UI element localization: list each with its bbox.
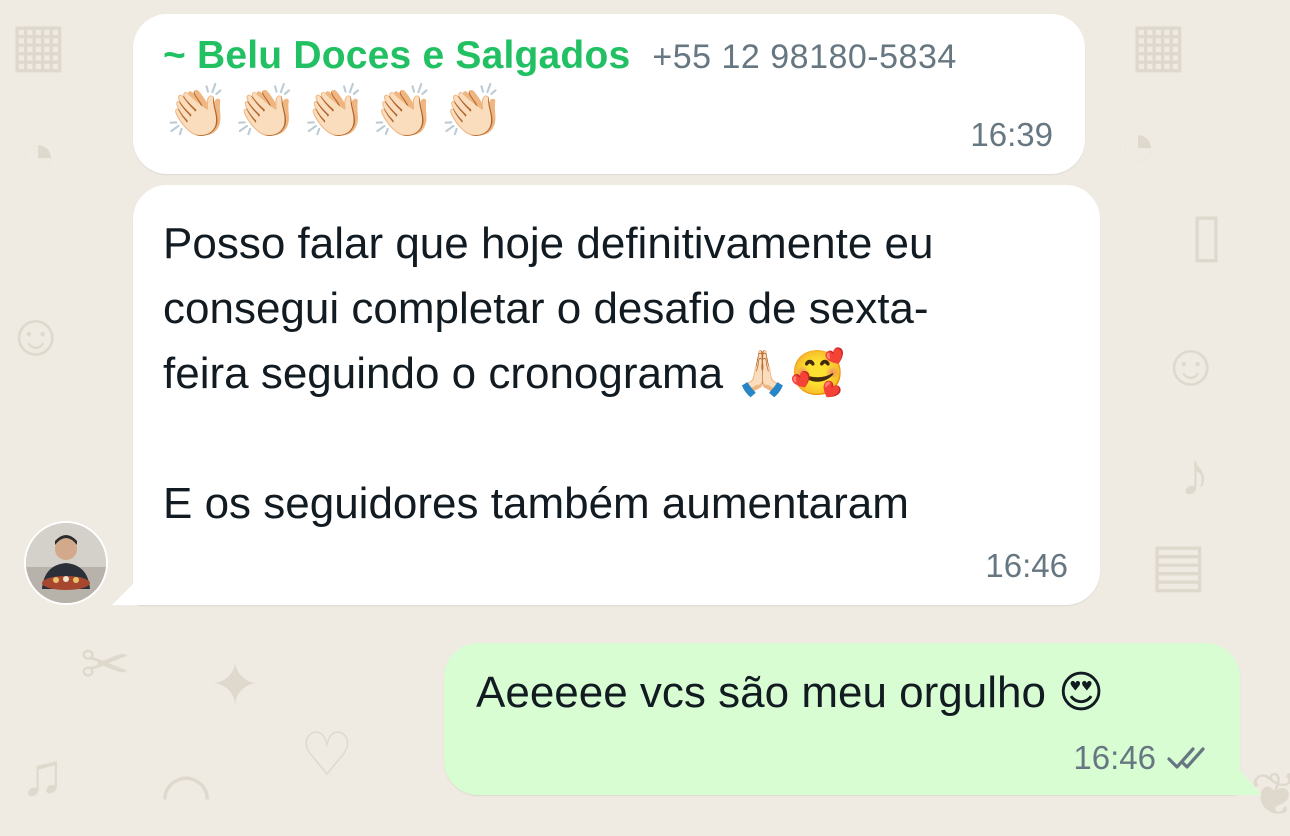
fruit-doodle-icon: ◔ <box>20 121 57 188</box>
sender-phone: +55 12 98180-5834 <box>652 38 957 76</box>
message-timestamp: 16:46 <box>985 547 1068 584</box>
message-sender: ~ Belu Doces e Salgados +55 12 98180-583… <box>163 34 957 78</box>
calendar-doodle-icon: ▦ <box>10 11 67 78</box>
message-timestamp: 16:39 <box>970 116 1053 153</box>
cake-doodle-icon: ◠ <box>160 761 213 828</box>
heart-doodle-icon: ♡ <box>300 721 354 788</box>
message-text: 👏🏻👏🏻👏🏻👏🏻👏🏻 <box>165 83 509 141</box>
incoming-message-bubble[interactable]: ~ Belu Doces e Salgados +55 12 98180-583… <box>133 14 1085 174</box>
guitar-doodle-icon: ♫ <box>20 741 65 808</box>
calculator-doodle-icon: ▤ <box>1150 531 1207 598</box>
message-timestamp: 16:46 <box>1073 739 1156 776</box>
calendar-doodle-icon: ▦ <box>1130 11 1187 78</box>
popsicle-doodle-icon: ▯ <box>1190 201 1224 268</box>
fruit-doodle-icon: ◔ <box>1120 111 1157 178</box>
incoming-message-bubble[interactable]: Posso falar que hoje definitivamente eu … <box>133 185 1100 605</box>
contact-avatar[interactable] <box>24 521 108 605</box>
double-check-read-icon <box>1167 747 1205 769</box>
sender-name[interactable]: ~ Belu Doces e Salgados <box>163 34 630 78</box>
message-text: Posso falar que hoje definitivamente eu … <box>163 219 934 528</box>
outgoing-message-bubble[interactable]: Aeeeee vcs são meu orgulho 😍 16:46 <box>444 643 1240 795</box>
message-text: Aeeeee vcs são meu orgulho 😍 <box>476 668 1105 717</box>
outgoing-bubble-tail <box>1226 755 1262 795</box>
incoming-bubble-tail <box>110 565 150 605</box>
smiley-doodle-icon: ☺ <box>5 301 67 368</box>
avatar-photo-icon <box>26 523 106 603</box>
scissors-doodle-icon: ✂ <box>80 631 131 698</box>
microphone-doodle-icon: ♪ <box>1180 441 1210 508</box>
smiley-doodle-icon: ☺ <box>1160 331 1222 398</box>
sparkle-doodle-icon: ✦ <box>210 651 261 718</box>
